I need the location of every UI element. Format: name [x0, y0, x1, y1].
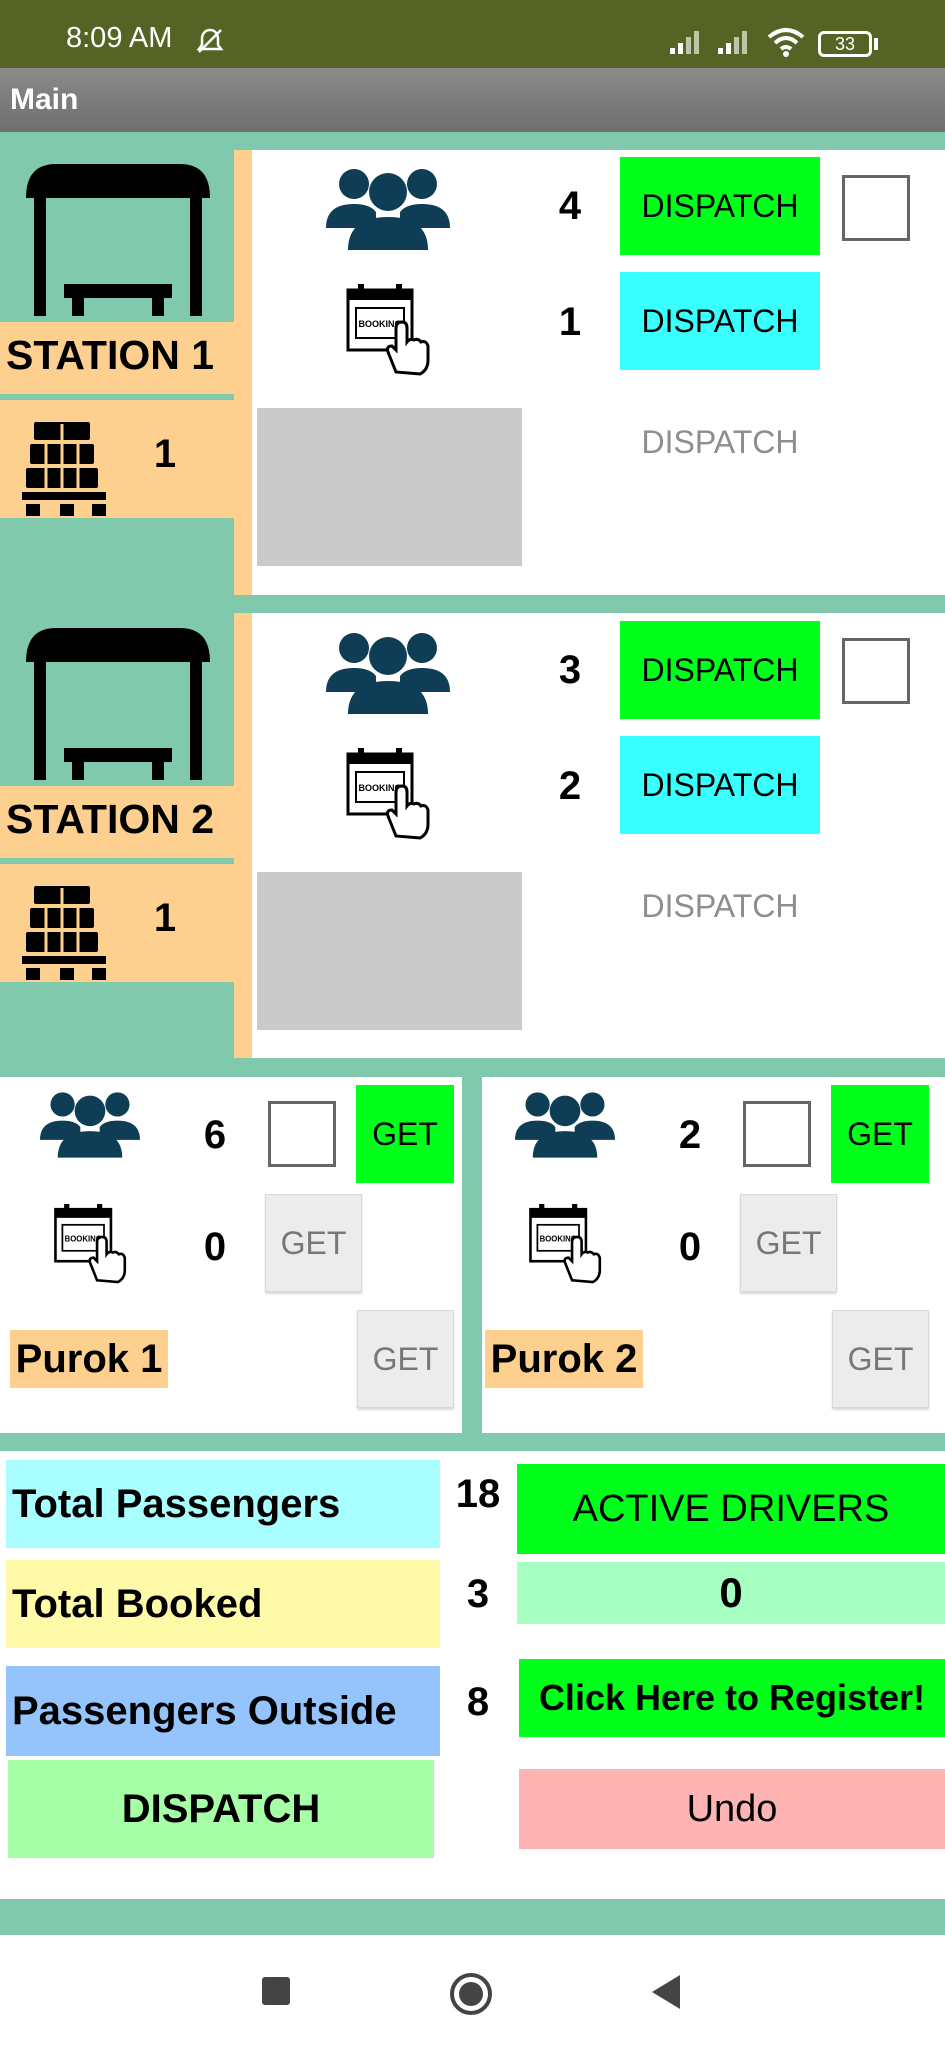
purok-2-checkbox[interactable] — [743, 1101, 811, 1167]
booking-calendar-icon: BOOKING — [529, 1204, 602, 1284]
home-icon[interactable] — [448, 1971, 494, 2017]
battery-level: 33 — [834, 33, 856, 54]
status-bar: 8:09 AM 33 — [0, 0, 945, 68]
station-1-dispatch-passengers-button[interactable]: DISPATCH — [620, 157, 820, 255]
pallet-boxes-icon — [22, 422, 106, 516]
purok-2-passenger-count: 2 — [678, 1113, 702, 1157]
active-drivers-label: ACTIVE DRIVERS — [517, 1464, 945, 1554]
signal-icon-2 — [718, 31, 747, 54]
station-2-label-box: STATION 2 — [0, 786, 234, 858]
purok-1-get-booked-button[interactable]: GET — [265, 1194, 362, 1292]
app-title: Main — [10, 83, 79, 116]
purok-2-get-passengers-button[interactable]: GET — [831, 1085, 929, 1183]
station-2-divider — [234, 613, 252, 1058]
passengers-group-icon — [326, 169, 450, 250]
purok-1-passenger-count: 6 — [203, 1113, 227, 1157]
purok-2-label: Purok 2 — [490, 1336, 638, 1381]
station-2-placeholder-image — [257, 872, 522, 1030]
station-2-dispatch-disabled-button[interactable]: DISPATCH — [620, 864, 820, 948]
total-booked-value: 3 — [466, 1572, 490, 1616]
signal-icon-1 — [670, 31, 699, 54]
passengers-outside-label: Passengers Outside — [6, 1666, 440, 1756]
station-2-passenger-count: 3 — [558, 648, 582, 692]
station-1-placeholder-image — [257, 408, 522, 566]
station-1-booked-count: 1 — [558, 300, 582, 344]
pallet-boxes-icon — [22, 886, 106, 980]
passengers-outside-value: 8 — [466, 1680, 490, 1724]
station-1-dispatch-booked-button[interactable]: DISPATCH — [620, 272, 820, 370]
battery-tip — [874, 38, 878, 50]
purok-1-label-box: Purok 1 — [10, 1330, 168, 1388]
station-1-dispatch-disabled-button[interactable]: DISPATCH — [620, 400, 820, 484]
booking-calendar-icon: BOOKING — [346, 748, 430, 840]
status-time: 8:09 AM — [66, 22, 173, 54]
purok-1-get-other-button[interactable]: GET — [357, 1310, 454, 1408]
station-1-checkbox[interactable] — [842, 175, 910, 241]
active-drivers-count: 0 — [517, 1562, 945, 1624]
system-nav-bar — [0, 1935, 945, 2048]
station-2-checkbox[interactable] — [842, 638, 910, 704]
station-2-booked-count: 2 — [558, 764, 582, 808]
station-1-cargo-count: 1 — [153, 432, 177, 476]
back-icon[interactable] — [648, 1973, 682, 2011]
purok-1-label: Purok 1 — [15, 1336, 163, 1381]
undo-button[interactable]: Undo — [519, 1769, 945, 1849]
station-2-cargo-count: 1 — [153, 896, 177, 940]
total-passengers-value: 18 — [455, 1472, 501, 1516]
register-button[interactable]: Click Here to Register! — [519, 1659, 945, 1737]
passengers-group-icon — [40, 1092, 140, 1158]
recent-apps-icon[interactable] — [262, 1977, 290, 2005]
purok-1-checkbox[interactable] — [268, 1101, 336, 1167]
bus-stop-shelter-icon — [26, 628, 210, 780]
purok-1-booked-count: 0 — [203, 1225, 227, 1269]
booking-calendar-icon: BOOKING — [346, 284, 430, 376]
purok-2-booked-count: 0 — [678, 1225, 702, 1269]
purok-1-get-passengers-button[interactable]: GET — [356, 1085, 454, 1183]
passengers-group-icon — [515, 1092, 615, 1158]
purok-2-label-box: Purok 2 — [485, 1330, 643, 1388]
station-2-dispatch-booked-button[interactable]: DISPATCH — [620, 736, 820, 834]
purok-2-get-other-button[interactable]: GET — [832, 1310, 929, 1408]
total-booked-label: Total Booked — [6, 1560, 440, 1648]
station-1-label: STATION 1 — [6, 332, 215, 378]
app-title-bar: Main — [0, 68, 945, 132]
battery-icon: 33 — [818, 31, 872, 57]
station-1-passenger-count: 4 — [558, 184, 582, 228]
station-2-label: STATION 2 — [6, 796, 215, 842]
booking-calendar-icon: BOOKING — [54, 1204, 127, 1284]
total-passengers-label: Total Passengers — [6, 1460, 440, 1548]
station-1-label-box: STATION 1 — [0, 322, 234, 394]
bus-stop-shelter-icon — [26, 164, 210, 316]
wifi-icon — [767, 28, 805, 57]
bell-muted-icon — [196, 28, 224, 53]
dispatch-all-button[interactable]: DISPATCH — [8, 1760, 434, 1858]
purok-2-get-booked-button[interactable]: GET — [740, 1194, 837, 1292]
station-2-dispatch-passengers-button[interactable]: DISPATCH — [620, 621, 820, 719]
station-1-divider — [234, 150, 252, 595]
passengers-group-icon — [326, 633, 450, 714]
